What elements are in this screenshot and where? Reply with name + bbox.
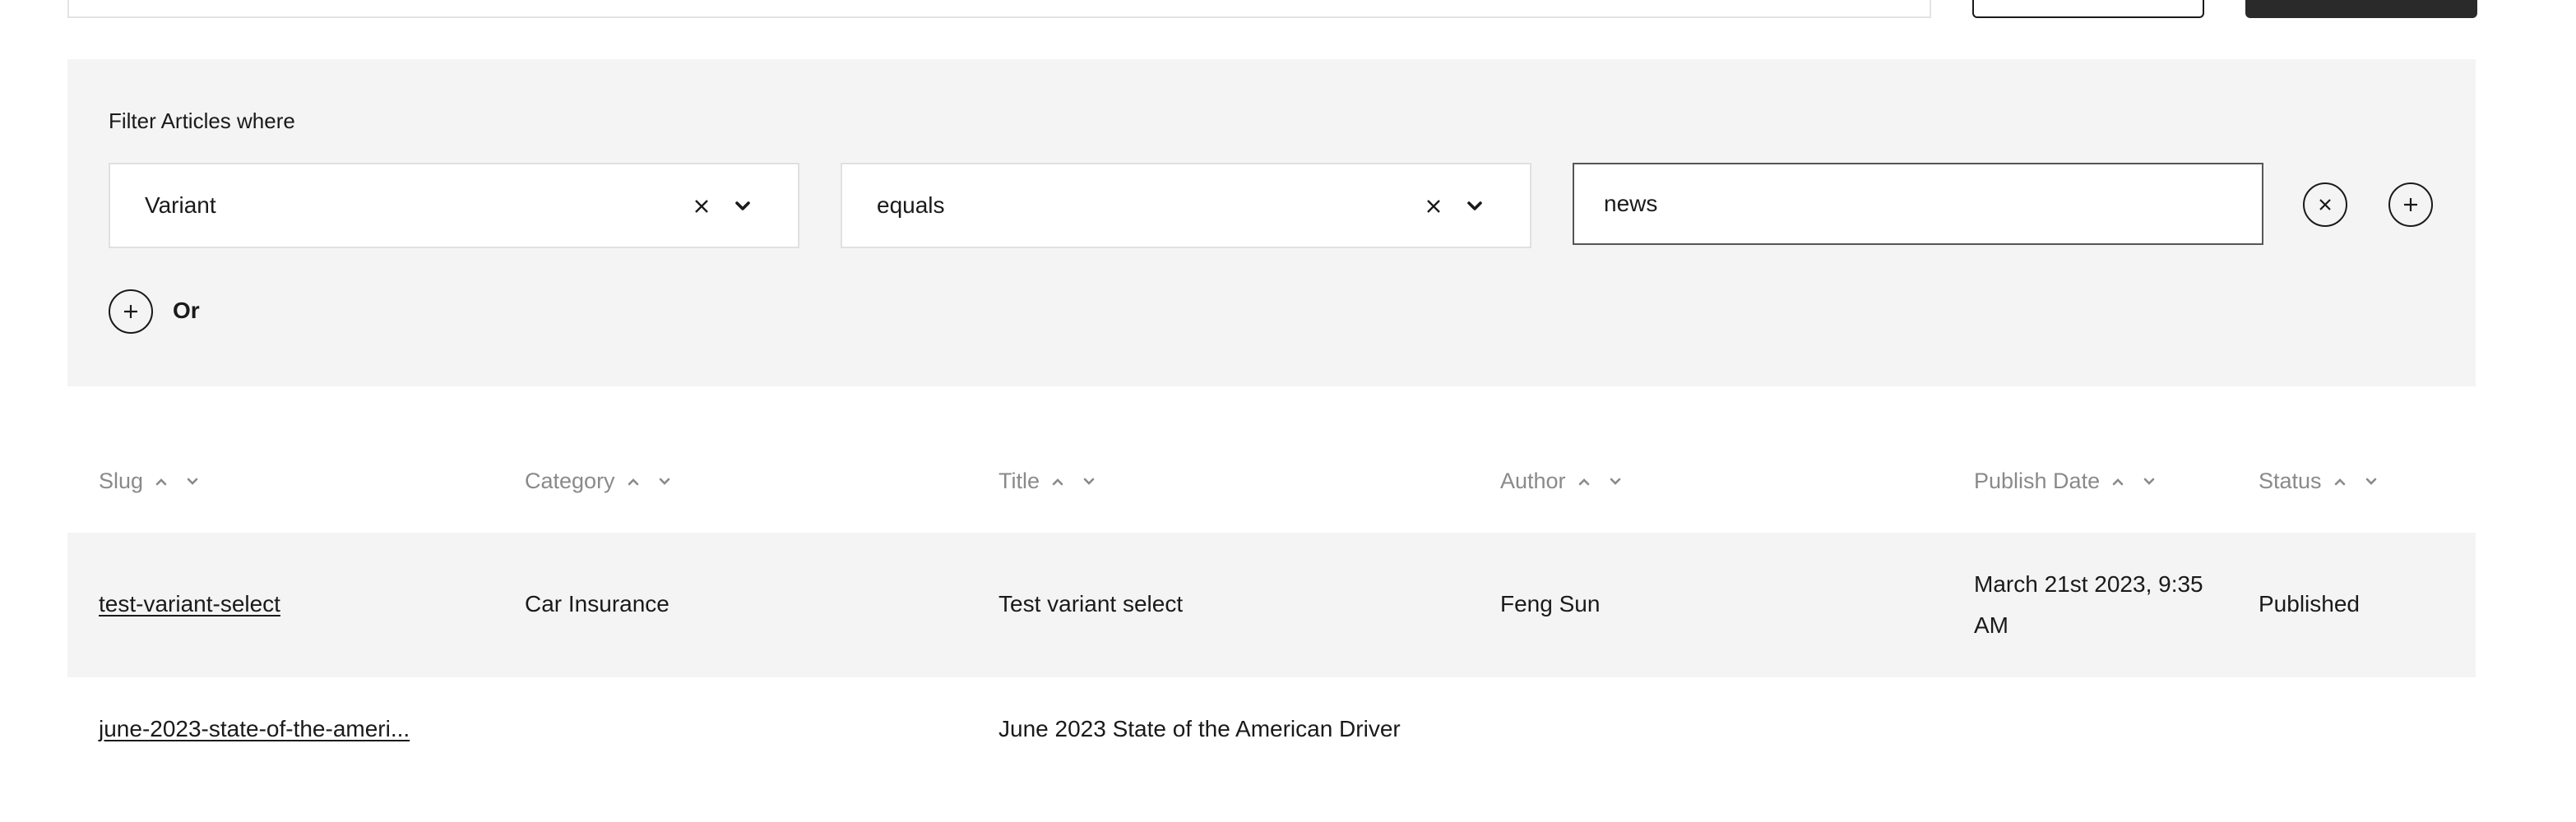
table-row[interactable]: june-2023-state-of-the-ameri... June 202… (67, 677, 2476, 822)
chevron-down-icon[interactable] (732, 196, 753, 217)
column-header-category: Category (525, 469, 671, 494)
column-header-publish-date: Publish Date (1974, 469, 2156, 494)
plus-icon (124, 305, 137, 318)
row-title: Test variant select (998, 591, 1184, 616)
chevron-down-icon[interactable] (1464, 196, 1485, 217)
sort-descending-icon[interactable] (186, 477, 199, 487)
filter-operator-select[interactable]: equals (841, 163, 1531, 248)
column-header-status: Status (2259, 469, 2378, 494)
column-label: Status (2259, 469, 2322, 493)
column-label: Title (998, 469, 1040, 493)
row-title: June 2023 State of the American Driver (998, 716, 1401, 741)
filter-panel: Filter Articles where Variant equals new… (67, 59, 2476, 386)
column-label: Publish Date (1974, 469, 2101, 493)
sort-descending-icon[interactable] (1082, 477, 1096, 487)
filter-value-input[interactable] (1573, 163, 2263, 245)
top-primary-button[interactable] (2245, 0, 2477, 18)
row-category: Car Insurance (525, 591, 669, 616)
sort-ascending-icon[interactable] (1051, 477, 1064, 487)
sort-descending-icon[interactable] (2143, 477, 2156, 487)
column-header-author: Author (1500, 469, 1622, 494)
table-row[interactable]: test-variant-select Car Insurance Test v… (67, 533, 2476, 677)
row-publish-date: March 21st 2023, 9:35 AM (1974, 571, 2203, 638)
add-condition-button[interactable] (2388, 182, 2433, 227)
filter-field-select[interactable]: Variant (109, 163, 799, 248)
sort-ascending-icon[interactable] (1578, 477, 1591, 487)
articles-table: Slug Category Title Author Publish Date … (67, 444, 2476, 822)
plus-icon (2404, 198, 2417, 211)
sort-ascending-icon[interactable] (2111, 477, 2124, 487)
row-author: Feng Sun (1500, 591, 1601, 616)
sort-ascending-icon[interactable] (155, 477, 168, 487)
filter-operator-value: equals (877, 192, 945, 218)
top-search-input[interactable] (67, 0, 1931, 18)
column-label: Category (525, 469, 615, 493)
table-header: Slug Category Title Author Publish Date … (67, 444, 2476, 533)
clear-icon[interactable] (1421, 194, 1446, 219)
add-or-button[interactable] (109, 289, 153, 334)
row-slug-link[interactable]: test-variant-select (99, 584, 280, 625)
filter-heading: Filter Articles where (109, 109, 295, 133)
filter-field-value: Variant (145, 192, 216, 218)
column-header-title: Title (998, 469, 1096, 494)
close-icon (2319, 199, 2331, 210)
column-header-slug: Slug (99, 469, 199, 494)
top-outline-button[interactable] (1972, 0, 2204, 18)
or-label: Or (173, 298, 200, 323)
column-label: Author (1500, 469, 1566, 493)
sort-ascending-icon[interactable] (2333, 477, 2347, 487)
sort-descending-icon[interactable] (658, 477, 671, 487)
clear-icon[interactable] (689, 194, 714, 219)
sort-ascending-icon[interactable] (627, 477, 640, 487)
sort-descending-icon[interactable] (1609, 477, 1622, 487)
remove-condition-button[interactable] (2303, 182, 2347, 227)
sort-descending-icon[interactable] (2365, 477, 2378, 487)
column-label: Slug (99, 469, 144, 493)
row-slug-link[interactable]: june-2023-state-of-the-ameri... (99, 709, 410, 750)
row-status: Published (2259, 591, 2360, 616)
